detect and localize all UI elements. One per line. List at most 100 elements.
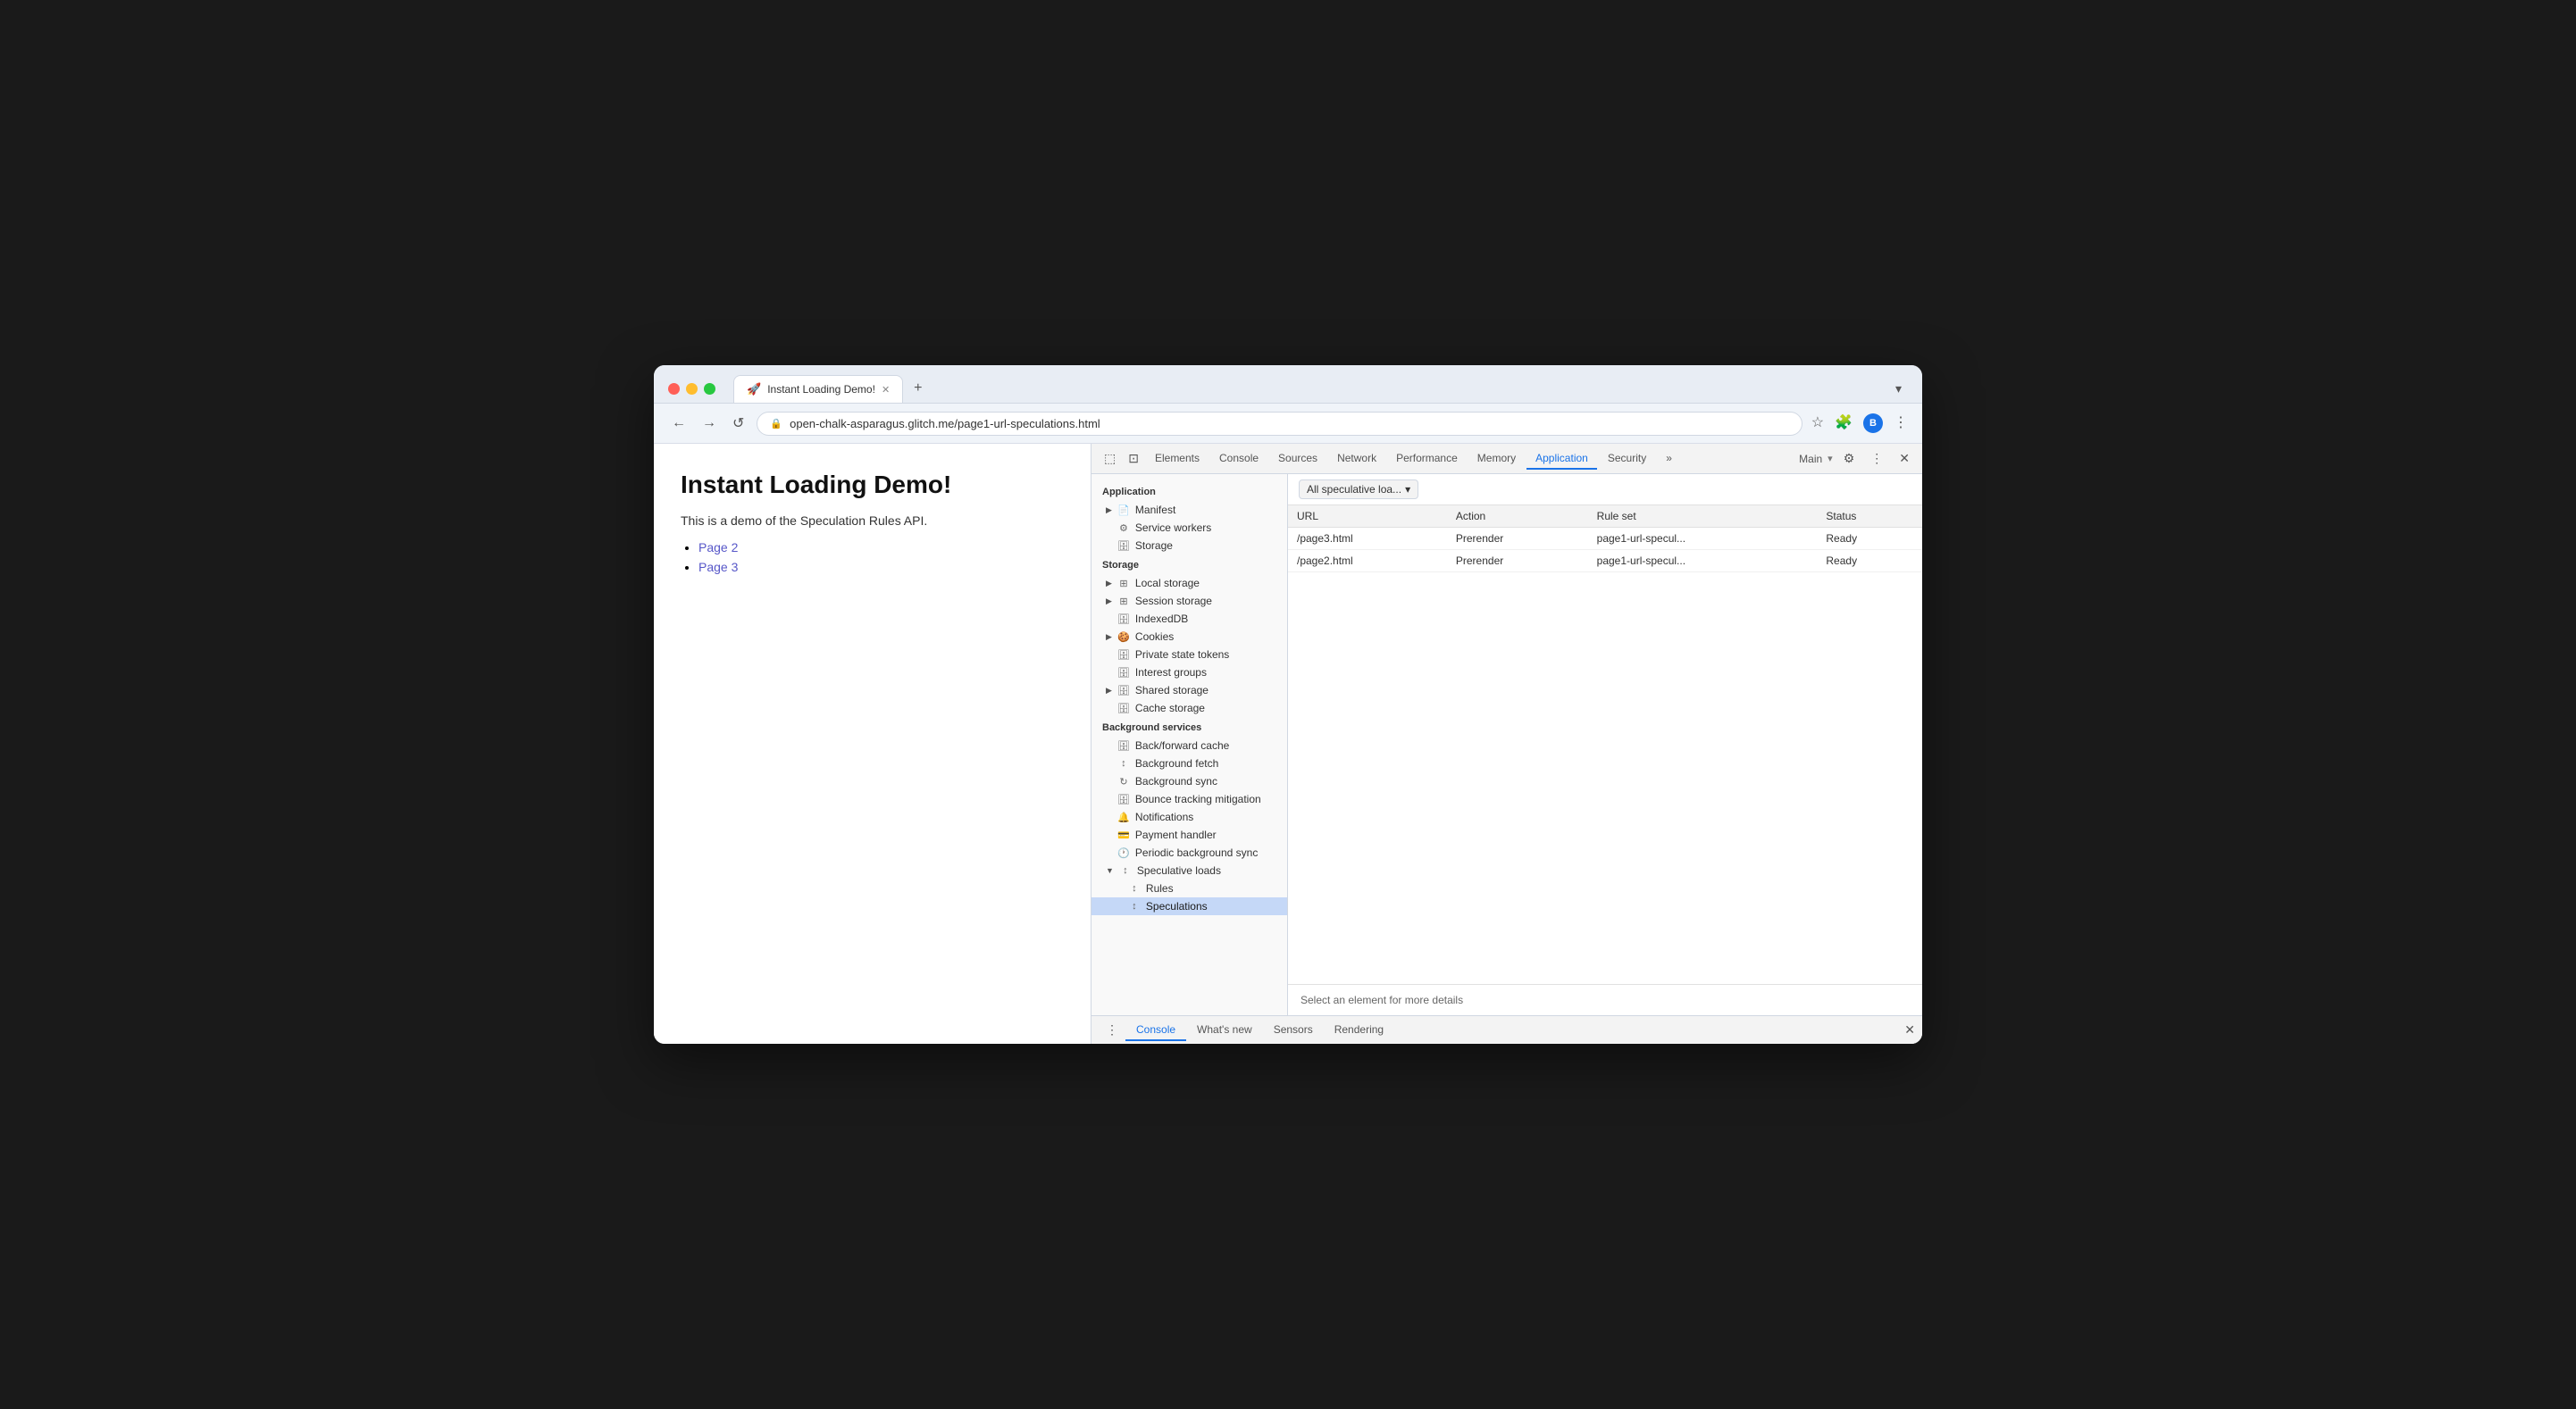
context-selector[interactable]: Main xyxy=(1799,453,1822,465)
bt-icon: 🗄 xyxy=(1117,794,1130,805)
tab-close-button[interactable]: ✕ xyxy=(882,384,890,396)
row1-ruleset: page1-url-specul... xyxy=(1588,528,1818,550)
tab-favicon: 🚀 xyxy=(747,382,761,396)
sidebar-item-bfc-label: Back/forward cache xyxy=(1135,739,1229,752)
table-row[interactable]: /page2.html Prerender page1-url-specul..… xyxy=(1288,550,1922,572)
tab-performance[interactable]: Performance xyxy=(1387,448,1467,470)
filter-dropdown[interactable]: All speculative loa... ▾ xyxy=(1299,479,1418,499)
sidebar-section-bg: Background services xyxy=(1091,717,1287,737)
devtools-main-panel: All speculative loa... ▾ URL Action Rule… xyxy=(1288,474,1922,1015)
sidebar-item-bfcache[interactable]: ▶ 🗄 Back/forward cache xyxy=(1091,737,1287,755)
tab-memory[interactable]: Memory xyxy=(1468,448,1525,470)
tab-sources[interactable]: Sources xyxy=(1269,448,1326,470)
devtools-sidebar: Application ▶ 📄 Manifest ▶ ⚙ Service wor… xyxy=(1091,474,1288,1015)
bgf-icon: ↕ xyxy=(1117,758,1130,769)
sidebar-item-bg-fetch[interactable]: ▶ ↕ Background fetch xyxy=(1091,755,1287,772)
devtools-right-controls: Main ▾ ⚙ ⋮ ✕ xyxy=(1799,447,1915,470)
sidebar-item-storage-top[interactable]: ▶ 🗄 Storage xyxy=(1091,537,1287,554)
minimize-traffic-light[interactable] xyxy=(686,383,698,395)
console-menu-icon[interactable]: ⋮ xyxy=(1099,1022,1125,1038)
console-close-button[interactable]: ✕ xyxy=(1904,1022,1915,1038)
ls-arrow: ▶ xyxy=(1106,579,1112,588)
sidebar-item-manifest[interactable]: ▶ 📄 Manifest xyxy=(1091,501,1287,519)
settings-button[interactable]: ⚙ xyxy=(1838,447,1861,470)
filter-chevron-icon: ▾ xyxy=(1405,483,1410,496)
sidebar-item-sw-label: Service workers xyxy=(1135,521,1211,534)
maximize-traffic-light[interactable] xyxy=(704,383,715,395)
table-row[interactable]: /page3.html Prerender page1-url-specul..… xyxy=(1288,528,1922,550)
col-url: URL xyxy=(1288,505,1447,528)
sidebar-item-rules[interactable]: ▶ ↕ Rules xyxy=(1091,880,1287,897)
tab-elements[interactable]: Elements xyxy=(1146,448,1209,470)
active-tab[interactable]: 🚀 Instant Loading Demo! ✕ xyxy=(733,375,903,403)
sidebar-item-indexeddb[interactable]: ▶ 🗄 IndexedDB xyxy=(1091,610,1287,628)
context-chevron[interactable]: ▾ xyxy=(1827,453,1833,464)
sidebar-item-bgs-label: Background sync xyxy=(1135,775,1217,788)
sidebar-item-notifications[interactable]: ▶ 🔔 Notifications xyxy=(1091,808,1287,826)
inspect-element-button[interactable]: ⬚ xyxy=(1099,447,1121,470)
sidebar-item-speculations[interactable]: ▶ ↕ Speculations xyxy=(1091,897,1287,915)
rules-icon: ↕ xyxy=(1128,883,1141,894)
new-tab-button[interactable]: + xyxy=(905,374,931,403)
sidebar-item-bgf-label: Background fetch xyxy=(1135,757,1218,770)
sidebar-item-speculative-loads[interactable]: ▼ ↕ Speculative loads xyxy=(1091,862,1287,880)
console-tab-sensors[interactable]: Sensors xyxy=(1263,1020,1324,1041)
console-bar: ⋮ Console What's new Sensors Rendering ✕ xyxy=(1091,1015,1922,1044)
sidebar-section-storage: Storage xyxy=(1091,554,1287,574)
sidebar-item-local-storage[interactable]: ▶ ⊞ Local storage xyxy=(1091,574,1287,592)
tab-console[interactable]: Console xyxy=(1210,448,1267,470)
bookmark-icon[interactable]: ☆ xyxy=(1811,413,1824,433)
bfc-icon: 🗄 xyxy=(1117,740,1130,752)
sidebar-item-interest-groups[interactable]: ▶ 🗄 Interest groups xyxy=(1091,663,1287,681)
sidebar-item-bg-sync[interactable]: ▶ ↻ Background sync xyxy=(1091,772,1287,790)
address-bar[interactable]: 🔒 open-chalk-asparagus.glitch.me/page1-u… xyxy=(757,412,1802,436)
title-bar: 🚀 Instant Loading Demo! ✕ + ▾ xyxy=(654,365,1922,404)
sidebar-item-cache-storage[interactable]: ▶ 🗄 Cache storage xyxy=(1091,699,1287,717)
more-options-button[interactable]: ⋮ xyxy=(1865,447,1888,470)
tab-more[interactable]: » xyxy=(1657,448,1681,470)
sidebar-item-manifest-label: Manifest xyxy=(1135,504,1175,516)
refresh-button[interactable]: ↺ xyxy=(729,411,748,436)
sidebar-item-shared-storage[interactable]: ▶ 🗄 Shared storage xyxy=(1091,681,1287,699)
devtools: ⬚ ⊡ Elements Console Sources Network Per… xyxy=(1091,444,1922,1044)
window-controls[interactable]: ▾ xyxy=(1889,375,1908,403)
nav-icons: ☆ 🧩 B ⋮ xyxy=(1811,413,1908,433)
browser-menu-icon[interactable]: ⋮ xyxy=(1894,413,1908,433)
cookies-icon: 🍪 xyxy=(1117,631,1130,643)
sidebar-item-private-state[interactable]: ▶ 🗄 Private state tokens xyxy=(1091,646,1287,663)
row2-ruleset: page1-url-specul... xyxy=(1588,550,1818,572)
sidebar-item-payment[interactable]: ▶ 💳 Payment handler xyxy=(1091,826,1287,844)
tab-security[interactable]: Security xyxy=(1599,448,1655,470)
console-tab-rendering[interactable]: Rendering xyxy=(1324,1020,1394,1041)
detail-message: Select an element for more details xyxy=(1288,984,1922,1015)
sidebar-item-periodic-sync[interactable]: ▶ 🕐 Periodic background sync xyxy=(1091,844,1287,862)
page-link-1[interactable]: Page 2 xyxy=(698,540,738,554)
page-links: Page 2 Page 3 xyxy=(698,540,1064,574)
forward-button[interactable]: → xyxy=(698,412,720,435)
account-icon[interactable]: B xyxy=(1863,413,1883,433)
page-link-2[interactable]: Page 3 xyxy=(698,560,738,574)
sidebar-item-bounce-tracking[interactable]: ▶ 🗄 Bounce tracking mitigation xyxy=(1091,790,1287,808)
tab-network[interactable]: Network xyxy=(1328,448,1385,470)
tab-title: Instant Loading Demo! xyxy=(767,383,875,396)
traffic-lights xyxy=(668,383,715,395)
row1-status: Ready xyxy=(1817,528,1922,550)
extensions-icon[interactable]: 🧩 xyxy=(1835,413,1853,433)
close-traffic-light[interactable] xyxy=(668,383,680,395)
spec-icon: ↕ xyxy=(1128,901,1141,912)
sidebar-item-pay-label: Payment handler xyxy=(1135,829,1217,841)
pst-icon: 🗄 xyxy=(1117,649,1130,661)
sidebar-item-bt-label: Bounce tracking mitigation xyxy=(1135,793,1261,805)
tab-application[interactable]: Application xyxy=(1526,448,1597,470)
console-tab-whatsnew[interactable]: What's new xyxy=(1186,1020,1263,1041)
device-toggle-button[interactable]: ⊡ xyxy=(1123,447,1144,470)
panel-toolbar: All speculative loa... ▾ xyxy=(1288,474,1922,505)
back-button[interactable]: ← xyxy=(668,412,690,435)
sidebar-item-cookies[interactable]: ▶ 🍪 Cookies xyxy=(1091,628,1287,646)
address-security-icon: 🔒 xyxy=(770,418,782,429)
close-devtools-button[interactable]: ✕ xyxy=(1894,447,1915,470)
sidebar-item-session-storage[interactable]: ▶ ⊞ Session storage xyxy=(1091,592,1287,610)
console-tab-console[interactable]: Console xyxy=(1125,1020,1186,1041)
sidebar-item-service-workers[interactable]: ▶ ⚙ Service workers xyxy=(1091,519,1287,537)
bgs-icon: ↻ xyxy=(1117,776,1130,788)
